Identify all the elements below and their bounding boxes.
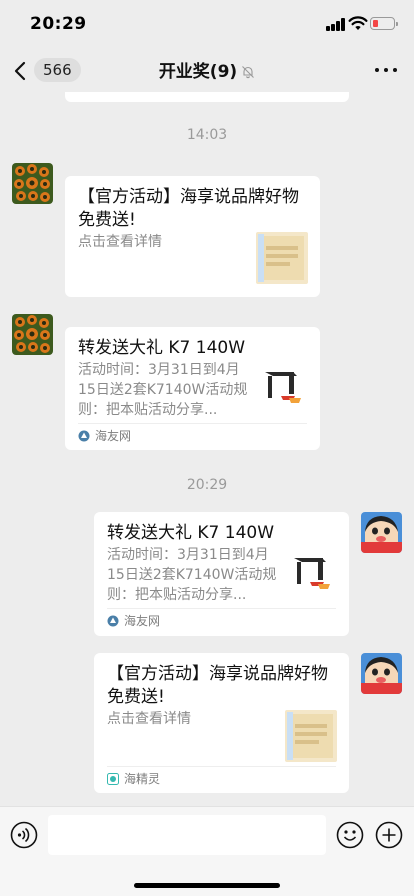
link-card[interactable]: 【官方活动】海享说品牌好物免费送! 点击查看详情 海精灵	[94, 653, 349, 793]
timestamp: 14:03	[186, 127, 228, 143]
wifi-icon	[348, 16, 368, 30]
input-bar	[0, 806, 414, 896]
status-bar: 20:29	[0, 0, 414, 48]
chat-title-wrap: 开业奖(9)	[0, 57, 414, 82]
timestamp: 20:29	[186, 477, 228, 493]
card-divider	[78, 423, 307, 424]
battery-icon	[370, 17, 398, 30]
source-logo-icon	[78, 430, 90, 441]
card-source: 海友网	[78, 427, 131, 444]
card-thumbnail	[285, 710, 337, 762]
card-thumbnail	[288, 548, 336, 596]
cellular-signal-icon	[326, 18, 346, 31]
card-source-name: 海友网	[124, 614, 161, 628]
link-card[interactable]: 【官方活动】海享说品牌好物免费送! 点击查看详情	[65, 176, 320, 297]
source-logo-icon	[107, 615, 119, 626]
card-source-name: 海友网	[95, 429, 132, 443]
card-thumbnail	[256, 232, 308, 284]
voice-input-icon[interactable]	[10, 821, 38, 849]
card-description: 点击查看详情	[78, 234, 162, 250]
card-source: 海精灵	[107, 770, 160, 787]
card-divider	[107, 766, 336, 767]
emoji-icon[interactable]	[336, 821, 364, 849]
card-description: 活动时间：3月31日到4月15日送2套K7140W活动规则：把本贴活动分享...	[78, 362, 248, 418]
avatar[interactable]	[12, 163, 53, 204]
chat-header: 566 开业奖(9)	[0, 48, 414, 92]
message-input[interactable]	[48, 815, 326, 855]
card-title: 转发送大礼 K7 140W	[107, 523, 275, 543]
card-title: 【官方活动】海享说品牌好物免费送!	[78, 187, 299, 230]
more-options-icon[interactable]	[374, 62, 398, 78]
chat-title: 开业奖(9)	[158, 62, 238, 82]
card-thumbnail	[259, 362, 307, 410]
card-title: 转发送大礼 K7 140W	[78, 338, 246, 358]
source-logo-icon	[107, 772, 119, 785]
home-indicator[interactable]	[134, 883, 280, 888]
card-divider	[107, 608, 336, 609]
avatar[interactable]	[361, 512, 402, 553]
avatar[interactable]	[12, 314, 53, 355]
card-description: 点击查看详情	[107, 711, 191, 727]
card-description: 活动时间：3月31日到4月15日送2套K7140W活动规则：把本贴活动分享...	[107, 547, 277, 603]
avatar[interactable]	[361, 653, 402, 694]
previous-message-bubble[interactable]	[65, 92, 349, 102]
card-source-name: 海精灵	[124, 772, 161, 786]
plus-icon[interactable]	[375, 821, 403, 849]
status-time: 20:29	[30, 14, 87, 34]
chat-area[interactable]: 14:03 【官方活动】海享说品牌好物免费送! 点击查看详情 转发送大礼 K7 …	[0, 92, 414, 806]
card-source: 海友网	[107, 612, 160, 629]
link-card[interactable]: 转发送大礼 K7 140W 活动时间：3月31日到4月15日送2套K7140W活…	[65, 327, 320, 450]
mute-bell-icon	[242, 66, 255, 79]
link-card[interactable]: 转发送大礼 K7 140W 活动时间：3月31日到4月15日送2套K7140W活…	[94, 512, 349, 636]
card-title: 【官方活动】海享说品牌好物免费送!	[107, 664, 328, 707]
